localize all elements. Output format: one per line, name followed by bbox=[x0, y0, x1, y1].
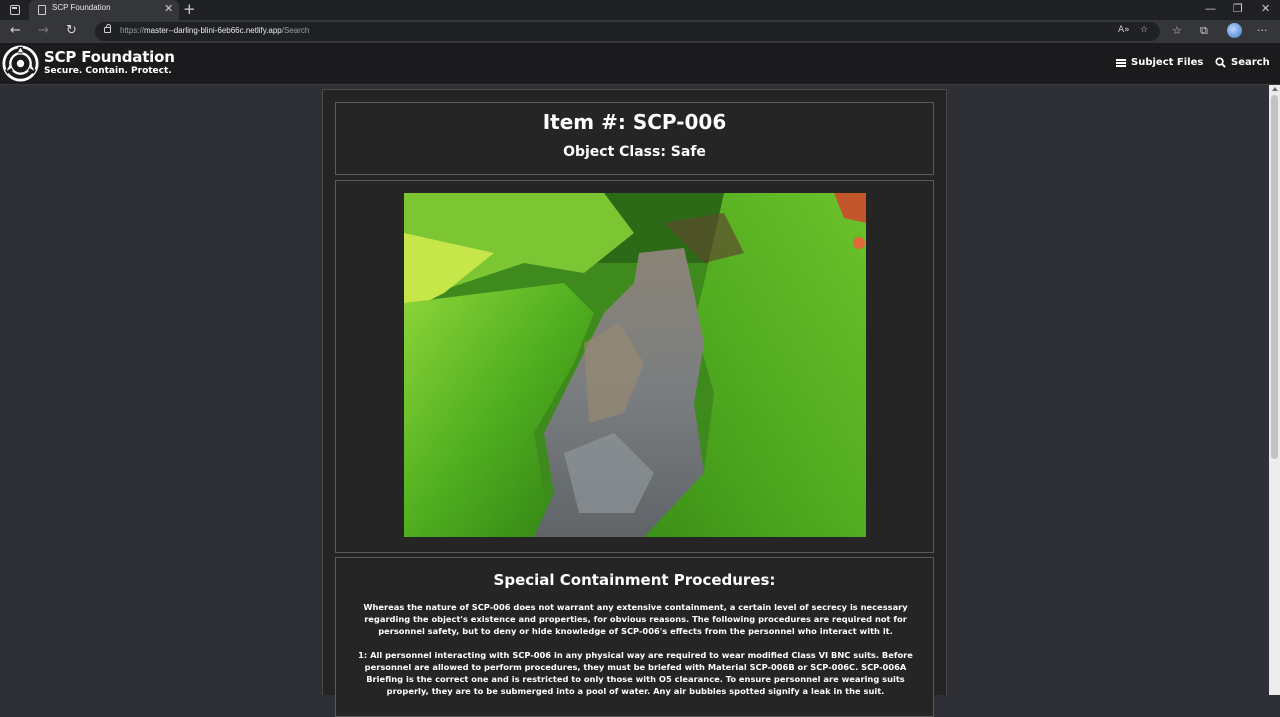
forward-icon[interactable]: → bbox=[38, 23, 49, 39]
site-header: SCP Foundation Secure. Contain. Protect.… bbox=[0, 43, 1280, 85]
collections-icon[interactable]: ⧉ bbox=[1200, 24, 1208, 38]
page-scrollbar[interactable] bbox=[1269, 85, 1280, 695]
menu-icon bbox=[1116, 58, 1126, 67]
item-header-panel: Item #: SCP-006 Object Class: Safe bbox=[335, 102, 934, 175]
procedures-heading: Special Containment Procedures: bbox=[493, 571, 776, 589]
stream-photo bbox=[404, 193, 866, 537]
profile-avatar[interactable] bbox=[1227, 23, 1242, 38]
item-image-panel bbox=[335, 180, 934, 553]
object-class: Object Class: Safe bbox=[563, 144, 706, 160]
url-text[interactable]: https://master--darling-blini-6eb66c.net… bbox=[120, 26, 309, 35]
scp-article: Item #: SCP-006 Object Class: Safe Speci… bbox=[322, 89, 947, 717]
restore-icon[interactable]: ❐ bbox=[1233, 2, 1243, 16]
containment-procedures-panel: Special Containment Procedures: Whereas … bbox=[335, 557, 934, 717]
browser-toolbar: ← → ↻ https://master--darling-blini-6eb6… bbox=[0, 20, 1280, 43]
item-number: Item #: SCP-006 bbox=[542, 110, 727, 134]
scrollbar-thumb[interactable] bbox=[1271, 95, 1278, 459]
add-favorite-icon[interactable]: ☆ bbox=[1140, 25, 1148, 35]
page-icon bbox=[38, 5, 46, 15]
site-title[interactable]: SCP Foundation bbox=[44, 48, 175, 66]
tab-title: SCP Foundation bbox=[52, 3, 111, 12]
subject-files-button[interactable]: Subject Files bbox=[1116, 57, 1203, 68]
close-tab-icon[interactable]: ✕ bbox=[164, 2, 173, 16]
reload-icon[interactable]: ↻ bbox=[66, 23, 77, 39]
close-window-icon[interactable]: ✕ bbox=[1261, 2, 1270, 16]
back-icon[interactable]: ← bbox=[10, 23, 21, 39]
scp-logo-icon[interactable] bbox=[2, 45, 39, 82]
minimize-icon[interactable]: — bbox=[1205, 2, 1216, 16]
procedures-paragraph: Whereas the nature of SCP-006 does not w… bbox=[363, 602, 908, 636]
procedures-text: Whereas the nature of SCP-006 does not w… bbox=[350, 601, 921, 709]
window-menu-icon[interactable] bbox=[10, 5, 20, 15]
search-button[interactable]: Search bbox=[1215, 57, 1270, 68]
lock-icon[interactable] bbox=[104, 24, 111, 33]
browser-tab-bar: SCP Foundation ✕ + — ❐ ✕ bbox=[0, 0, 1280, 20]
search-icon bbox=[1215, 57, 1226, 68]
favorites-icon[interactable]: ☆ bbox=[1172, 24, 1182, 38]
address-bar[interactable]: https://master--darling-blini-6eb66c.net… bbox=[95, 22, 1160, 41]
more-options-icon[interactable]: ··· bbox=[1257, 24, 1268, 38]
procedures-paragraph: 1: All personnel interacting with SCP-00… bbox=[358, 650, 913, 696]
new-tab-icon[interactable]: + bbox=[183, 0, 196, 18]
scroll-up-icon[interactable] bbox=[1272, 87, 1278, 91]
search-label: Search bbox=[1231, 57, 1270, 68]
subject-files-label: Subject Files bbox=[1131, 57, 1204, 68]
site-tagline: Secure. Contain. Protect. bbox=[44, 66, 172, 76]
read-aloud-icon[interactable]: A» bbox=[1118, 25, 1130, 35]
browser-tab[interactable]: SCP Foundation ✕ bbox=[29, 0, 179, 20]
